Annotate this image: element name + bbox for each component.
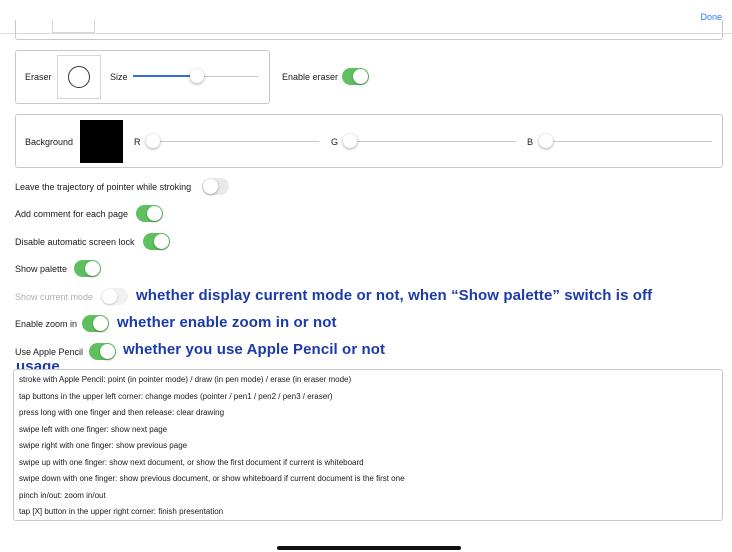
enable-eraser-toggle[interactable] xyxy=(342,68,369,85)
g-slider[interactable] xyxy=(343,134,357,148)
b-label: B xyxy=(527,137,534,147)
usage-line: swipe right with one finger: show previo… xyxy=(19,441,188,450)
palette-toggle[interactable] xyxy=(74,260,101,277)
setting-label-zoom: Enable zoom in xyxy=(15,319,78,329)
enable-eraser-label: Enable eraser xyxy=(282,72,339,82)
current-mode-toggle[interactable] xyxy=(101,288,128,305)
size-label: Size xyxy=(110,72,128,82)
g-slider-track xyxy=(344,141,516,142)
previous-swatch-edge xyxy=(52,20,95,33)
setting-label-comment: Add comment for each page xyxy=(15,209,129,219)
usage-line: stroke with Apple Pencil: point (in poin… xyxy=(19,375,352,384)
setting-label-apple-pencil: Use Apple Pencil xyxy=(15,347,84,357)
setting-label-palette: Show palette xyxy=(15,264,68,274)
background-color-swatch[interactable] xyxy=(80,120,123,163)
setting-label-current-mode: Show current mode xyxy=(15,292,94,302)
eraser-preview[interactable] xyxy=(57,55,101,99)
g-label: G xyxy=(331,137,339,147)
previous-panel-edge xyxy=(15,20,723,40)
size-slider-fill xyxy=(133,75,197,77)
apple-pencil-toggle[interactable] xyxy=(89,343,116,360)
usage-line: swipe up with one finger: show next docu… xyxy=(19,458,364,467)
home-indicator[interactable] xyxy=(277,546,461,550)
b-slider-track xyxy=(540,141,712,142)
current-mode-annotation: whether display current mode or not, whe… xyxy=(136,287,653,304)
usage-line: swipe left with one finger: show next pa… xyxy=(19,425,168,434)
zoom-toggle[interactable] xyxy=(82,315,109,332)
r-label: R xyxy=(134,137,141,147)
b-slider[interactable] xyxy=(539,134,553,148)
eraser-label: Eraser xyxy=(25,72,52,82)
comment-toggle[interactable] xyxy=(136,205,163,222)
background-label: Background xyxy=(25,137,74,147)
setting-label-screen-lock: Disable automatic screen lock xyxy=(15,237,135,247)
eraser-circle-icon xyxy=(68,66,90,88)
trajectory-toggle[interactable] xyxy=(202,178,229,195)
r-slider[interactable] xyxy=(146,134,160,148)
usage-line: pinch in/out: zoom in/out xyxy=(19,491,106,500)
screen-lock-toggle[interactable] xyxy=(143,233,170,250)
usage-line: press long with one finger and then rele… xyxy=(19,408,225,417)
usage-line: tap [X] button in the upper right corner… xyxy=(19,507,224,516)
eraser-panel xyxy=(15,50,270,104)
setting-label-trajectory: Leave the trajectory of pointer while st… xyxy=(15,182,192,192)
usage-line: tap buttons in the upper left corner: ch… xyxy=(19,392,333,401)
zoom-annotation: whether enable zoom in or not xyxy=(117,314,337,331)
size-slider[interactable] xyxy=(190,69,204,83)
usage-line: swipe down with one finger: show previou… xyxy=(19,474,405,483)
r-slider-track xyxy=(147,141,319,142)
apple-pencil-annotation: whether you use Apple Pencil or not xyxy=(123,341,386,358)
